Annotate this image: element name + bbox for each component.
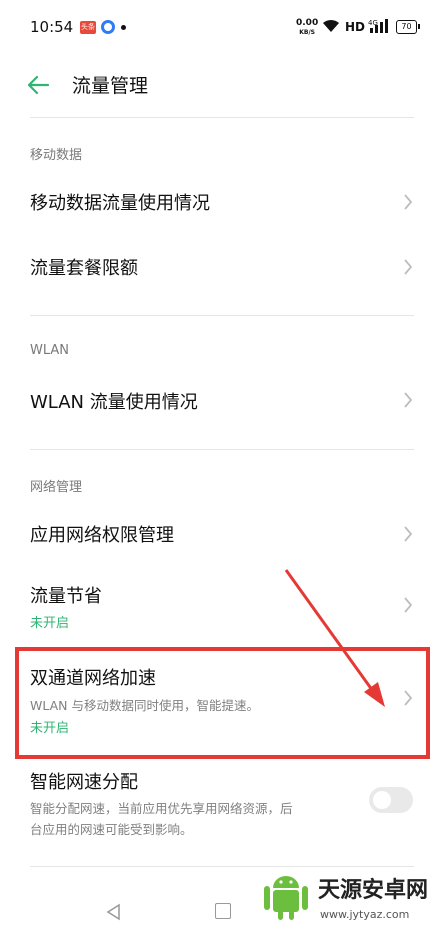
network-speed-value: 0.00 bbox=[296, 18, 319, 28]
news-app-notification-icon: 头条 bbox=[80, 21, 96, 34]
row-subtitle-line2: 台应用的网速可能受到影响。 bbox=[30, 822, 193, 837]
status-bar: 10:54 头条 0.00 KB/S HD 4G 70 bbox=[0, 0, 444, 56]
section-header-wlan: WLAN bbox=[30, 343, 70, 358]
section-header-mobile-data: 移动数据 bbox=[30, 148, 83, 163]
section-header-network: 网络管理 bbox=[30, 480, 83, 495]
annotation-highlight-box bbox=[15, 647, 430, 759]
chevron-right-icon bbox=[404, 194, 413, 210]
status-label: 未开启 bbox=[30, 616, 70, 631]
more-notifications-dot-icon bbox=[121, 25, 126, 30]
network-speed-indicator: 0.00 KB/S bbox=[296, 19, 318, 37]
row-title: 流量节省 bbox=[30, 586, 102, 607]
toggle-knob bbox=[373, 791, 391, 809]
site-watermark: 天源安卓网 www.jytyaz.com bbox=[258, 860, 444, 943]
watermark-url: www.jytyaz.com bbox=[320, 908, 410, 921]
cellular-signal-icon: 4G bbox=[368, 19, 388, 33]
row-subtitle-line1: 智能分配网速，当前应用优先享用网络资源，后 bbox=[30, 801, 293, 816]
smart-speed-allocation-toggle[interactable] bbox=[369, 787, 413, 813]
wlan-usage-item[interactable]: WLAN 流量使用情况 bbox=[0, 368, 444, 432]
mobile-data-usage-item[interactable]: 移动数据流量使用情况 bbox=[0, 170, 444, 234]
status-time: 10:54 bbox=[30, 18, 74, 36]
data-plan-limit-item[interactable]: 流量套餐限额 bbox=[0, 234, 444, 298]
section-divider bbox=[30, 315, 414, 316]
row-title: WLAN 流量使用情况 bbox=[30, 392, 198, 413]
chevron-right-icon bbox=[404, 259, 413, 275]
chevron-right-icon bbox=[404, 526, 413, 542]
data-saver-item[interactable]: 流量节省 未开启 bbox=[0, 570, 444, 645]
battery-icon: 70 bbox=[396, 20, 420, 34]
row-title: 流量套餐限额 bbox=[30, 258, 138, 279]
row-title: 智能网速分配 bbox=[30, 772, 138, 793]
network-speed-unit: KB/S bbox=[299, 29, 315, 36]
row-title: 移动数据流量使用情况 bbox=[30, 193, 210, 214]
row-title: 应用网络权限管理 bbox=[30, 525, 174, 546]
chevron-right-icon bbox=[404, 597, 413, 613]
page-title: 流量管理 bbox=[72, 75, 149, 97]
app-bar: 流量管理 bbox=[0, 60, 444, 110]
app-network-permission-item[interactable]: 应用网络权限管理 bbox=[0, 502, 444, 566]
wifi-icon bbox=[323, 19, 339, 32]
nav-back-icon[interactable] bbox=[105, 903, 121, 921]
back-arrow-icon[interactable] bbox=[24, 71, 52, 99]
app-notification-icon bbox=[101, 20, 115, 34]
top-divider bbox=[30, 117, 414, 118]
watermark-name: 天源安卓网 bbox=[318, 878, 429, 903]
android-logo-icon bbox=[264, 876, 308, 920]
nav-home-icon[interactable] bbox=[215, 903, 231, 919]
chevron-right-icon bbox=[404, 392, 413, 408]
hd-volte-label: HD bbox=[345, 20, 366, 34]
section-divider bbox=[30, 449, 414, 450]
